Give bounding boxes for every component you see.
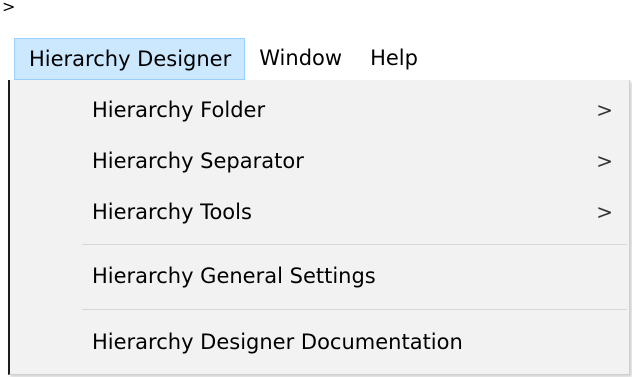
menu-item-label: Hierarchy Tools bbox=[92, 200, 252, 224]
menu-separator bbox=[82, 244, 627, 245]
corner-chevron-glyph: > bbox=[2, 0, 16, 16]
page: > Hierarchy Designer Window Help Hierarc… bbox=[0, 0, 632, 377]
menu-item-hierarchy-general-settings[interactable]: Hierarchy General Settings bbox=[10, 256, 629, 296]
hierarchy-designer-dropdown: Hierarchy Folder > Hierarchy Separator >… bbox=[8, 80, 630, 375]
menu-item-label: Hierarchy Folder bbox=[92, 98, 266, 122]
menu-help[interactable]: Help bbox=[356, 38, 432, 80]
menu-item-hierarchy-folder[interactable]: Hierarchy Folder > bbox=[10, 90, 629, 130]
menu-hierarchy-designer[interactable]: Hierarchy Designer bbox=[14, 38, 246, 80]
menu-item-label: Hierarchy Separator bbox=[92, 149, 304, 173]
submenu-arrow-icon: > bbox=[596, 200, 613, 224]
menu-item-hierarchy-separator[interactable]: Hierarchy Separator > bbox=[10, 141, 629, 181]
menu-item-label: Hierarchy Designer Documentation bbox=[92, 330, 463, 354]
submenu-arrow-icon: > bbox=[596, 98, 613, 122]
menu-item-hierarchy-designer-documentation[interactable]: Hierarchy Designer Documentation bbox=[10, 322, 629, 362]
menu-item-label: Hierarchy General Settings bbox=[92, 264, 376, 288]
menu-separator bbox=[82, 309, 627, 310]
menu-item-hierarchy-tools[interactable]: Hierarchy Tools > bbox=[10, 192, 629, 232]
menu-window[interactable]: Window bbox=[245, 38, 356, 80]
submenu-arrow-icon: > bbox=[596, 149, 613, 173]
menu-bar: Hierarchy Designer Window Help bbox=[0, 38, 632, 80]
